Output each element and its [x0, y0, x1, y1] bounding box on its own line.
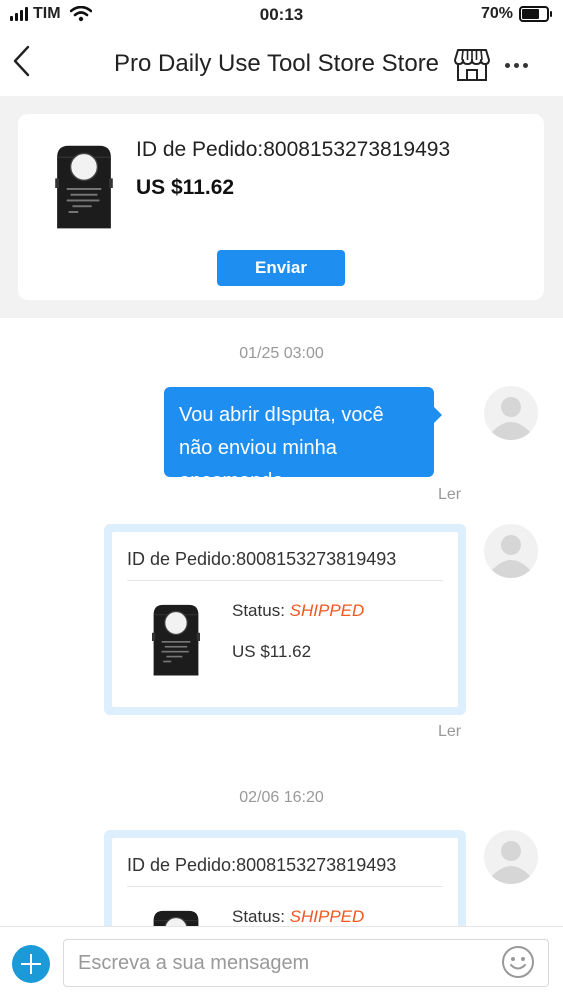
order-status: Status: SHIPPED [232, 601, 364, 621]
read-status: Ler [438, 723, 462, 740]
status-label: Status: [232, 907, 285, 926]
divider [127, 886, 443, 887]
message-bubble-text[interactable]: Vou abrir dIsputa, você não enviou minha… [164, 387, 442, 492]
divider [127, 580, 443, 581]
battery-icon [519, 6, 552, 22]
order-price: US $11.62 [136, 176, 235, 199]
product-thumbnail [144, 906, 208, 926]
emoji-smile-icon[interactable] [501, 945, 535, 979]
clock: 00:13 [259, 5, 304, 24]
status-value: SHIPPED [289, 601, 365, 620]
status-value: SHIPPED [289, 907, 365, 926]
send-order-button[interactable]: Enviar [217, 250, 345, 286]
avatar[interactable] [484, 386, 538, 440]
avatar[interactable] [484, 524, 538, 578]
status-label: Status: [232, 601, 285, 620]
order-summary-card: ID de Pedido:8008153273819493 US $11.62 … [18, 114, 544, 300]
chat-header: Pro Daily Use Tool Store Store [0, 30, 563, 96]
message-text: Vou abrir dIsputa, você não enviou minha… [179, 404, 384, 492]
product-thumbnail [44, 140, 124, 236]
order-message-id: ID de Pedido:8008153273819493 [127, 549, 397, 569]
order-message-bubble[interactable]: ID de Pedido:8008153273819493 Status: SH… [104, 830, 466, 926]
battery-percent: 70% [480, 5, 513, 22]
avatar[interactable] [484, 830, 538, 884]
storefront-icon[interactable] [454, 48, 490, 82]
order-id: ID de Pedido:8008153273819493 [136, 138, 451, 161]
order-message-price: US $11.62 [232, 642, 312, 661]
message-input-bar [0, 926, 563, 1001]
battery-info: 70% [480, 5, 552, 23]
more-horizontal-icon[interactable] [505, 58, 535, 72]
chevron-left-icon[interactable] [10, 44, 34, 78]
order-status: Status: SHIPPED [232, 907, 364, 926]
order-message-bubble[interactable]: ID de Pedido:8008153273819493 Status: SH… [104, 524, 466, 715]
product-thumbnail [144, 600, 208, 682]
message-input[interactable] [63, 939, 549, 987]
store-title: Pro Daily Use Tool Store Store [114, 50, 440, 77]
chat-messages[interactable]: 01/25 03:00 Vou abrir dIsputa, você não … [0, 318, 563, 926]
message-timestamp: 01/25 03:00 [239, 345, 324, 362]
order-message-id: ID de Pedido:8008153273819493 [127, 855, 397, 875]
read-status: Ler [438, 486, 462, 503]
plus-circle-icon[interactable] [12, 945, 50, 983]
message-timestamp: 02/06 16:20 [239, 789, 324, 806]
status-bar: TIM 00:13 70% [0, 0, 563, 30]
